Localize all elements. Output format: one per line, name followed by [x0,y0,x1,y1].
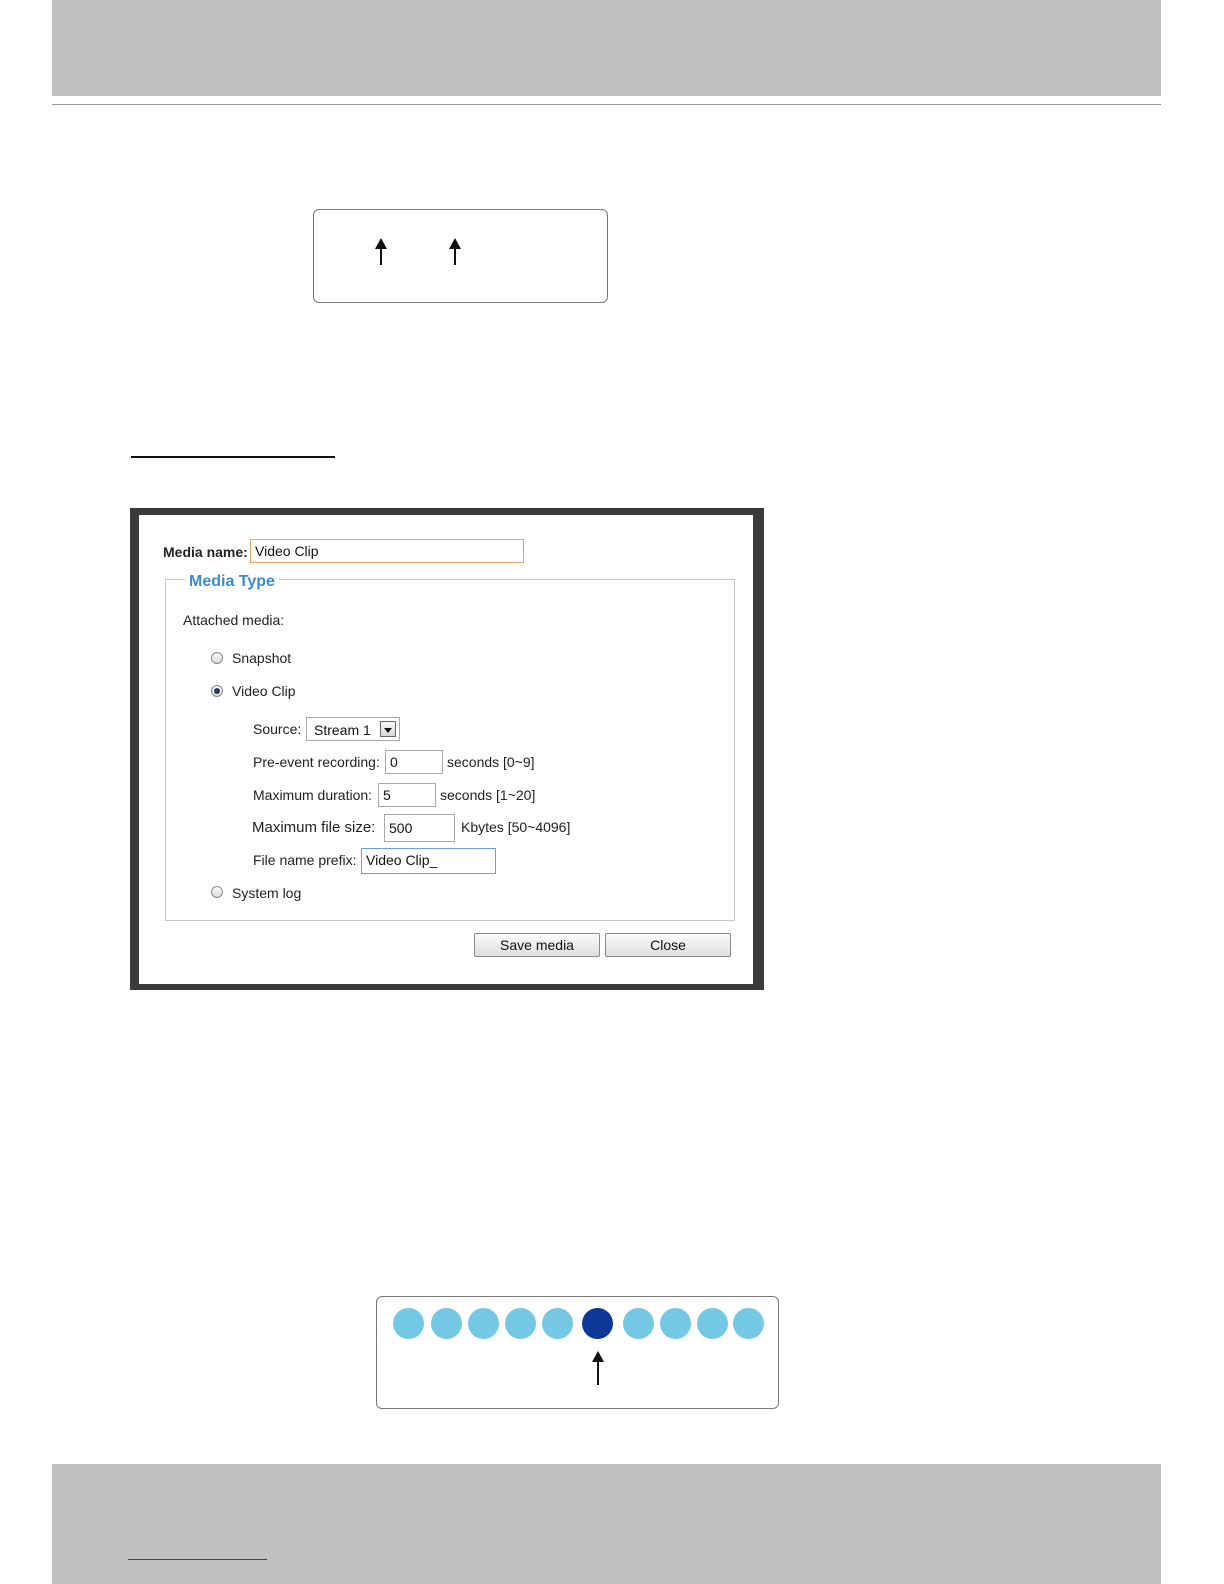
indicator-dot [542,1308,573,1339]
max-file-size-label: Maximum file size: [252,819,376,836]
chevron-down-icon[interactable] [380,721,396,737]
header-divider [52,104,1161,105]
system-log-label[interactable]: System log [232,885,301,901]
indicator-dot [505,1308,536,1339]
indicator-dot [697,1308,728,1339]
header-bar [52,0,1161,96]
footer-link-underline [128,1559,267,1560]
video-clip-radio[interactable] [211,685,223,697]
arrow-up-icon [375,238,387,265]
indicator-dot [468,1308,499,1339]
source-label: Source: [253,721,302,737]
media-type-legend: Media Type [185,573,279,591]
pre-event-unit: seconds [0~9] [447,754,535,770]
indicator-dot [733,1308,764,1339]
prefix-input[interactable]: Video Clip_ [361,848,496,874]
indicator-dot-active [582,1308,613,1339]
media-name-input[interactable]: Video Clip [250,539,524,563]
attached-media-label: Attached media: [183,612,285,628]
example-box-bottom [376,1296,779,1409]
indicator-dot [393,1308,424,1339]
max-file-size-unit: Kbytes [50~4096] [461,819,571,835]
max-duration-label: Maximum duration: [253,787,373,803]
snapshot-label[interactable]: Snapshot [232,650,291,666]
media-dialog-frame: Media name: Video Clip Media Type Attach… [130,508,764,990]
save-media-button[interactable]: Save media [474,933,600,957]
indicator-dot [660,1308,691,1339]
system-log-radio[interactable] [211,886,223,898]
arrow-up-icon [449,238,461,265]
prefix-label: File name prefix: [253,852,357,868]
video-clip-label[interactable]: Video Clip [232,683,296,699]
media-dialog: Media name: Video Clip Media Type Attach… [139,515,753,984]
example-box-top [313,209,608,303]
indicator-dot [623,1308,654,1339]
max-file-size-input[interactable]: 500 [384,814,455,842]
source-select-value: Stream 1 [314,722,371,738]
snapshot-radio[interactable] [211,652,223,664]
footer-bar [52,1464,1161,1584]
source-select[interactable]: Stream 1 [306,717,400,741]
indicator-dot [431,1308,462,1339]
pre-event-label: Pre-event recording: [253,754,380,770]
arrow-up-icon [592,1351,604,1385]
media-name-label: Media name: [163,544,248,560]
pre-event-input[interactable]: 0 [385,750,443,774]
max-duration-unit: seconds [1~20] [440,787,536,803]
section-heading-underline [131,456,335,458]
max-duration-input[interactable]: 5 [378,783,436,807]
close-button[interactable]: Close [605,933,731,957]
